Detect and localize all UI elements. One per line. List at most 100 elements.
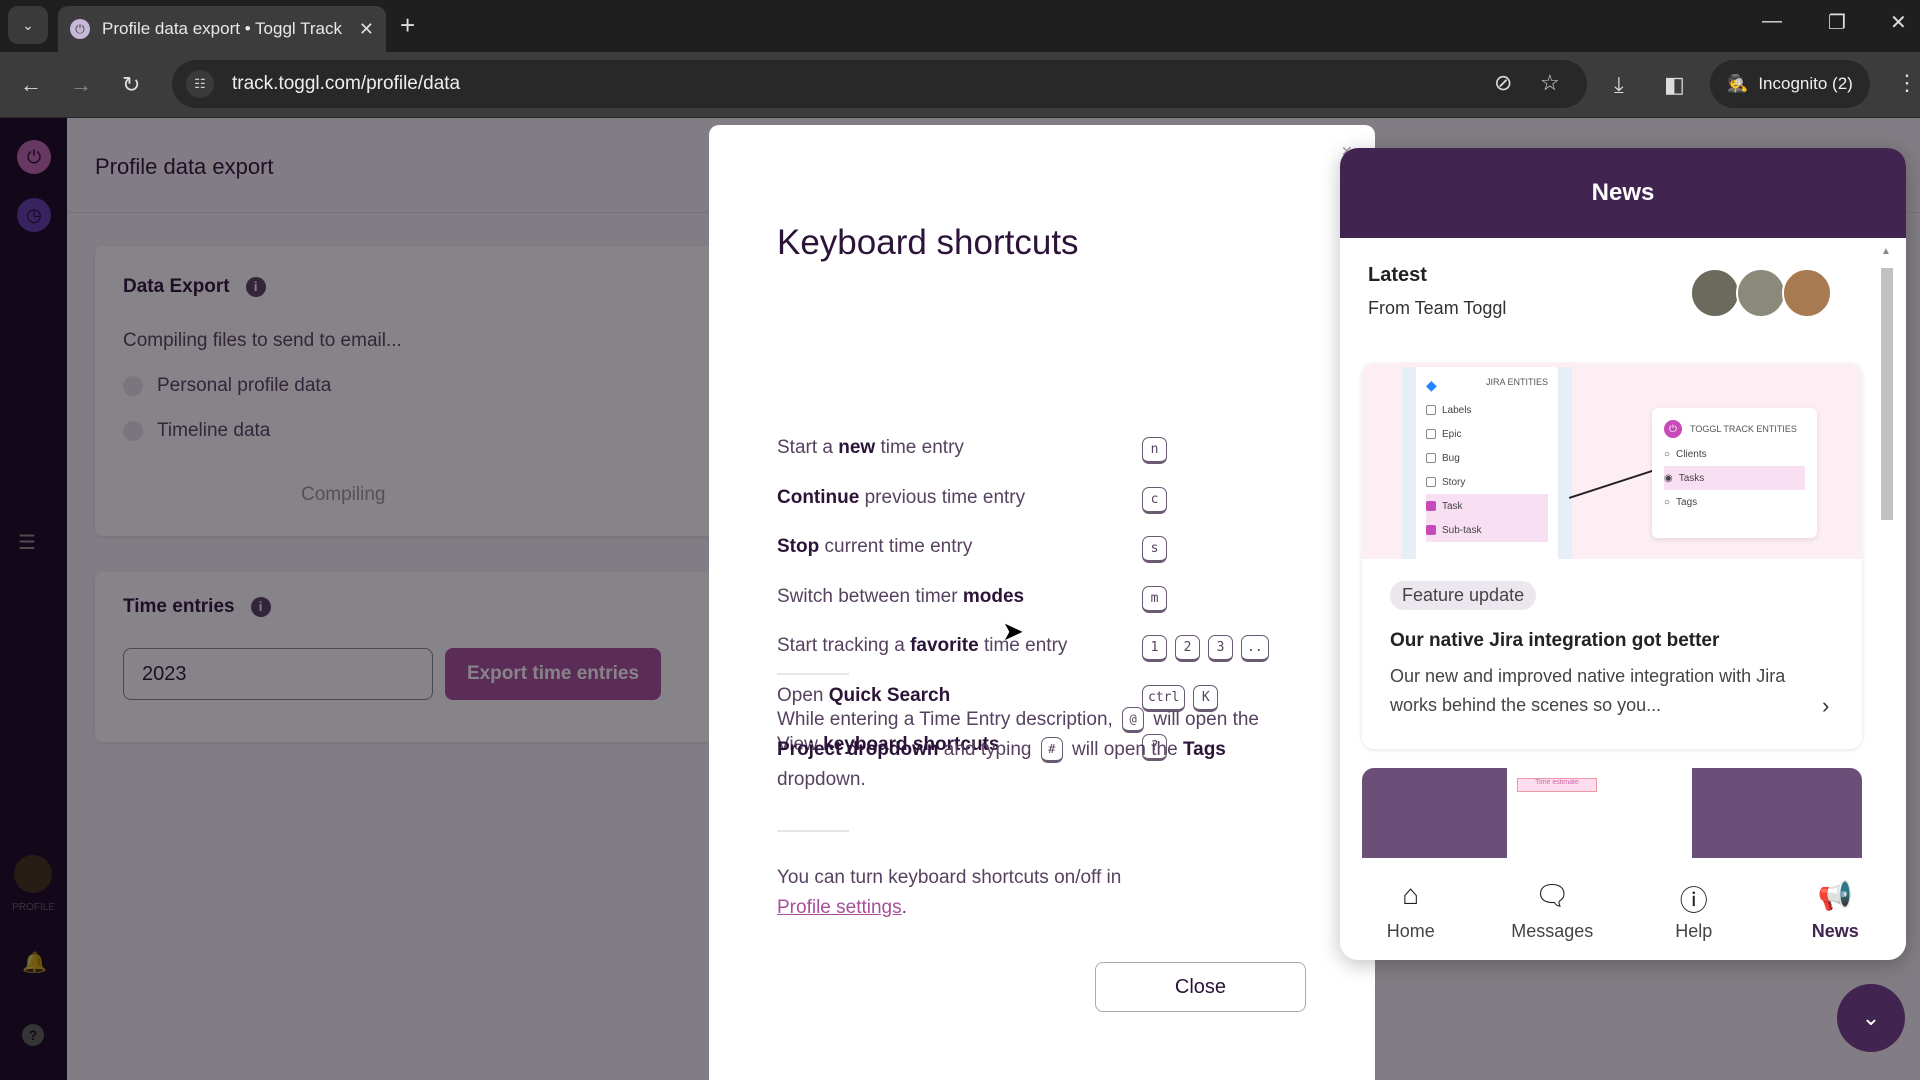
radio-icon: ◉ (1664, 472, 1673, 484)
close-tab-icon[interactable]: ✕ (359, 19, 374, 40)
close-window-button[interactable]: ✕ (1890, 10, 1907, 35)
back-button[interactable]: ← (20, 72, 42, 98)
incognito-icon: 🕵 (1727, 74, 1749, 93)
minimize-button[interactable]: — (1762, 10, 1782, 33)
scroll-up-icon[interactable]: ▲ (1881, 246, 1891, 257)
keyboard-key: c (1142, 486, 1167, 514)
shortcut-description: Stop current time entry (777, 536, 972, 557)
tip-text: dropdown. (777, 769, 866, 790)
desc-bold: favorite (910, 635, 979, 656)
keyboard-key: 2 (1175, 635, 1200, 662)
messages-icon: 🗨 (1534, 879, 1571, 911)
chevron-down-icon: ⌄ (1861, 1005, 1881, 1030)
checkbox-icon (1426, 525, 1436, 535)
tip-bold: Tags (1182, 739, 1226, 760)
desc-bold: Stop (777, 536, 820, 557)
keyboard-key: s (1142, 536, 1167, 563)
chevron-right-icon[interactable]: › (1822, 693, 1829, 719)
sidebar-dim-overlay (0, 118, 67, 1080)
browser-menu-icon[interactable]: ⋮ (1896, 70, 1918, 96)
news-footer-nav: ⌂ Home 🗨 Messages ⓘ Help 📢 News (1340, 860, 1906, 960)
from-team-label: From Team Toggl (1368, 298, 1507, 318)
desc-text: time entry (875, 437, 964, 458)
avatar (1782, 268, 1832, 318)
feature-update-badge: Feature update (1390, 581, 1537, 610)
nav-label: Home (1386, 920, 1435, 941)
desc-text: Start a (777, 437, 839, 458)
nav-label: News (1811, 920, 1859, 941)
keyboard-key: 1 (1142, 635, 1167, 662)
tip-text: While entering a Time Entry description, (777, 709, 1113, 730)
eye-off-icon[interactable]: ⊘ (1494, 70, 1512, 96)
scrollbar-thumb[interactable] (1881, 268, 1893, 520)
nav-news[interactable]: 📢 News (1775, 879, 1895, 942)
desc-bold: modes (962, 585, 1025, 607)
browser-tab-bar: ⌄ ⏻ Profile data export • Toggl Track ✕ … (0, 0, 1920, 52)
news-card-preview[interactable]: Time estimate (1362, 768, 1862, 858)
jira-logo-icon: ◆ (1426, 377, 1437, 393)
shortcut-description: Open Quick Search (777, 685, 950, 706)
tip-paragraph: While entering a Time Entry description,… (777, 705, 1317, 795)
jira-item-label: Task (1442, 500, 1463, 512)
radio-icon: ○ (1664, 448, 1671, 460)
desc-text: current time entry (819, 536, 973, 557)
settings-note-text: You can turn keyboard shortcuts on/off i… (777, 867, 1122, 888)
news-card[interactable]: ◆ JIRA ENTITIES Labels Epic Bug Story Task Sub… (1362, 363, 1862, 749)
reload-button[interactable]: ↻ (122, 72, 140, 98)
nav-messages[interactable]: 🗨 Messages (1492, 879, 1612, 942)
mouse-cursor-icon: ➤ (1002, 616, 1024, 646)
bookmark-star-icon[interactable]: ☆ (1540, 70, 1560, 96)
toggl-item-label: Tags (1676, 496, 1698, 508)
radio-icon: ○ (1664, 496, 1671, 508)
keyboard-key: m (1142, 585, 1167, 613)
jira-item-label: Sub-task (1442, 524, 1482, 536)
nav-help[interactable]: ⓘ Help (1634, 879, 1754, 942)
jira-item: Story (1426, 470, 1548, 494)
incognito-indicator[interactable]: 🕵 Incognito (2) (1710, 60, 1870, 108)
restore-button[interactable]: ❐ (1828, 10, 1846, 35)
desc-bold: Quick Search (828, 684, 951, 706)
jira-item-label: Story (1442, 476, 1466, 488)
nav-home[interactable]: ⌂ Home (1351, 879, 1471, 942)
site-info-icon[interactable]: ☷ (186, 70, 214, 98)
browser-tab[interactable]: ⏻ Profile data export • Toggl Track ✕ (58, 6, 386, 52)
help-icon: ⓘ (1679, 884, 1708, 916)
news-scrollbar[interactable]: ▲ (1880, 246, 1894, 866)
toggl-logo-icon: ⏻ (1664, 420, 1682, 438)
desc-text: previous time entry (859, 486, 1026, 508)
download-icon[interactable]: ⤓ (1614, 72, 1624, 98)
jira-item-label: Epic (1442, 428, 1462, 440)
jira-heading: JIRA ENTITIES (1485, 377, 1548, 387)
avatar (1736, 268, 1786, 318)
shortcut-keys: c (1142, 486, 1167, 514)
desc-text: Switch between timer (777, 585, 963, 607)
home-icon: ⌂ (1402, 878, 1420, 910)
collapse-messenger-button[interactable]: ⌄ (1837, 984, 1905, 1052)
side-panel-icon[interactable]: ◧ (1664, 72, 1685, 98)
toggl-item-label: Clients (1676, 448, 1707, 460)
news-header: News (1340, 148, 1906, 238)
tip-text: will open the (1153, 709, 1259, 730)
close-button[interactable]: Close (1095, 962, 1306, 1012)
shortcut-row: Continue previous time entry c (777, 486, 1337, 517)
tab-search-button[interactable]: ⌄ (8, 6, 48, 44)
keyboard-shortcuts-modal: ✕ Keyboard shortcuts Start a new time en… (709, 125, 1375, 1080)
new-tab-button[interactable]: + (400, 10, 415, 41)
shortcut-keys: s (1142, 536, 1167, 563)
desc-text: Start tracking a (777, 635, 911, 656)
jira-item-label: Labels (1442, 404, 1472, 416)
nav-label: Messages (1511, 920, 1594, 941)
forward-button[interactable]: → (70, 72, 92, 98)
nav-label: Help (1675, 920, 1713, 941)
divider (777, 673, 849, 675)
url-bar[interactable]: ☷ track.toggl.com/profile/data ⊘ ☆ (172, 60, 1587, 108)
chevron-down-icon: ⌄ (22, 16, 34, 33)
jira-item: Sub-task (1426, 518, 1548, 542)
tab-title: Profile data export • Toggl Track (102, 19, 342, 38)
profile-settings-link[interactable]: Profile settings (777, 897, 902, 918)
jira-item: Task (1426, 494, 1548, 518)
shortcut-row: Switch between timer modes m (777, 585, 1337, 616)
shortcut-description: Continue previous time entry (777, 487, 1025, 508)
avatar (1690, 268, 1740, 318)
shortcut-row: Start a new time entry n (777, 437, 1337, 467)
